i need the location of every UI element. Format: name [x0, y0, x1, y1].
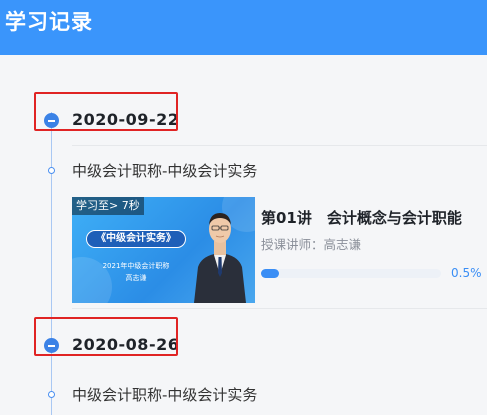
course-row: 中级会计职称-中级会计实务 — [0, 153, 487, 193]
divider — [72, 145, 487, 146]
lesson-title[interactable]: 第01讲 会计概念与会计职能 — [261, 207, 462, 228]
date-highlight-box — [34, 317, 178, 356]
thumbnail-title: 《中级会计实务》 — [86, 230, 186, 248]
lesson-thumbnail[interactable]: 学习至> 7秒 《中级会计实务》 2021年中级会计职称 高志谦 — [72, 197, 255, 303]
page-title: 学习记录 — [5, 10, 93, 34]
thumbnail-subtitle: 2021年中级会计职称 — [102, 262, 170, 270]
small-circle-icon — [48, 391, 55, 398]
divider — [72, 308, 487, 309]
watched-badge: 学习至> 7秒 — [72, 197, 144, 215]
thumbnail-teacher: 高志谦 — [125, 274, 147, 282]
small-circle-icon — [48, 167, 55, 174]
header-bar: 学习记录 — [0, 0, 487, 55]
progress-fill — [261, 269, 279, 278]
course-row: 中级会计职称-中级会计实务 — [0, 377, 487, 415]
lesson-card[interactable]: 学习至> 7秒 《中级会计实务》 2021年中级会计职称 高志谦 第01讲 会计… — [72, 197, 487, 303]
date-highlight-box — [34, 92, 178, 131]
course-name: 中级会计职称-中级会计实务 — [72, 162, 258, 180]
progress-bar — [261, 269, 441, 278]
progress-text: 0.5% — [451, 266, 482, 280]
date-section[interactable]: 2020-08-26 — [0, 315, 487, 375]
date-section[interactable]: 2020-09-22 — [0, 90, 487, 150]
lesson-teacher: 授课讲师：高志谦 — [261, 237, 362, 252]
course-name: 中级会计职称-中级会计实务 — [72, 386, 258, 404]
teacher-photo — [194, 213, 246, 303]
